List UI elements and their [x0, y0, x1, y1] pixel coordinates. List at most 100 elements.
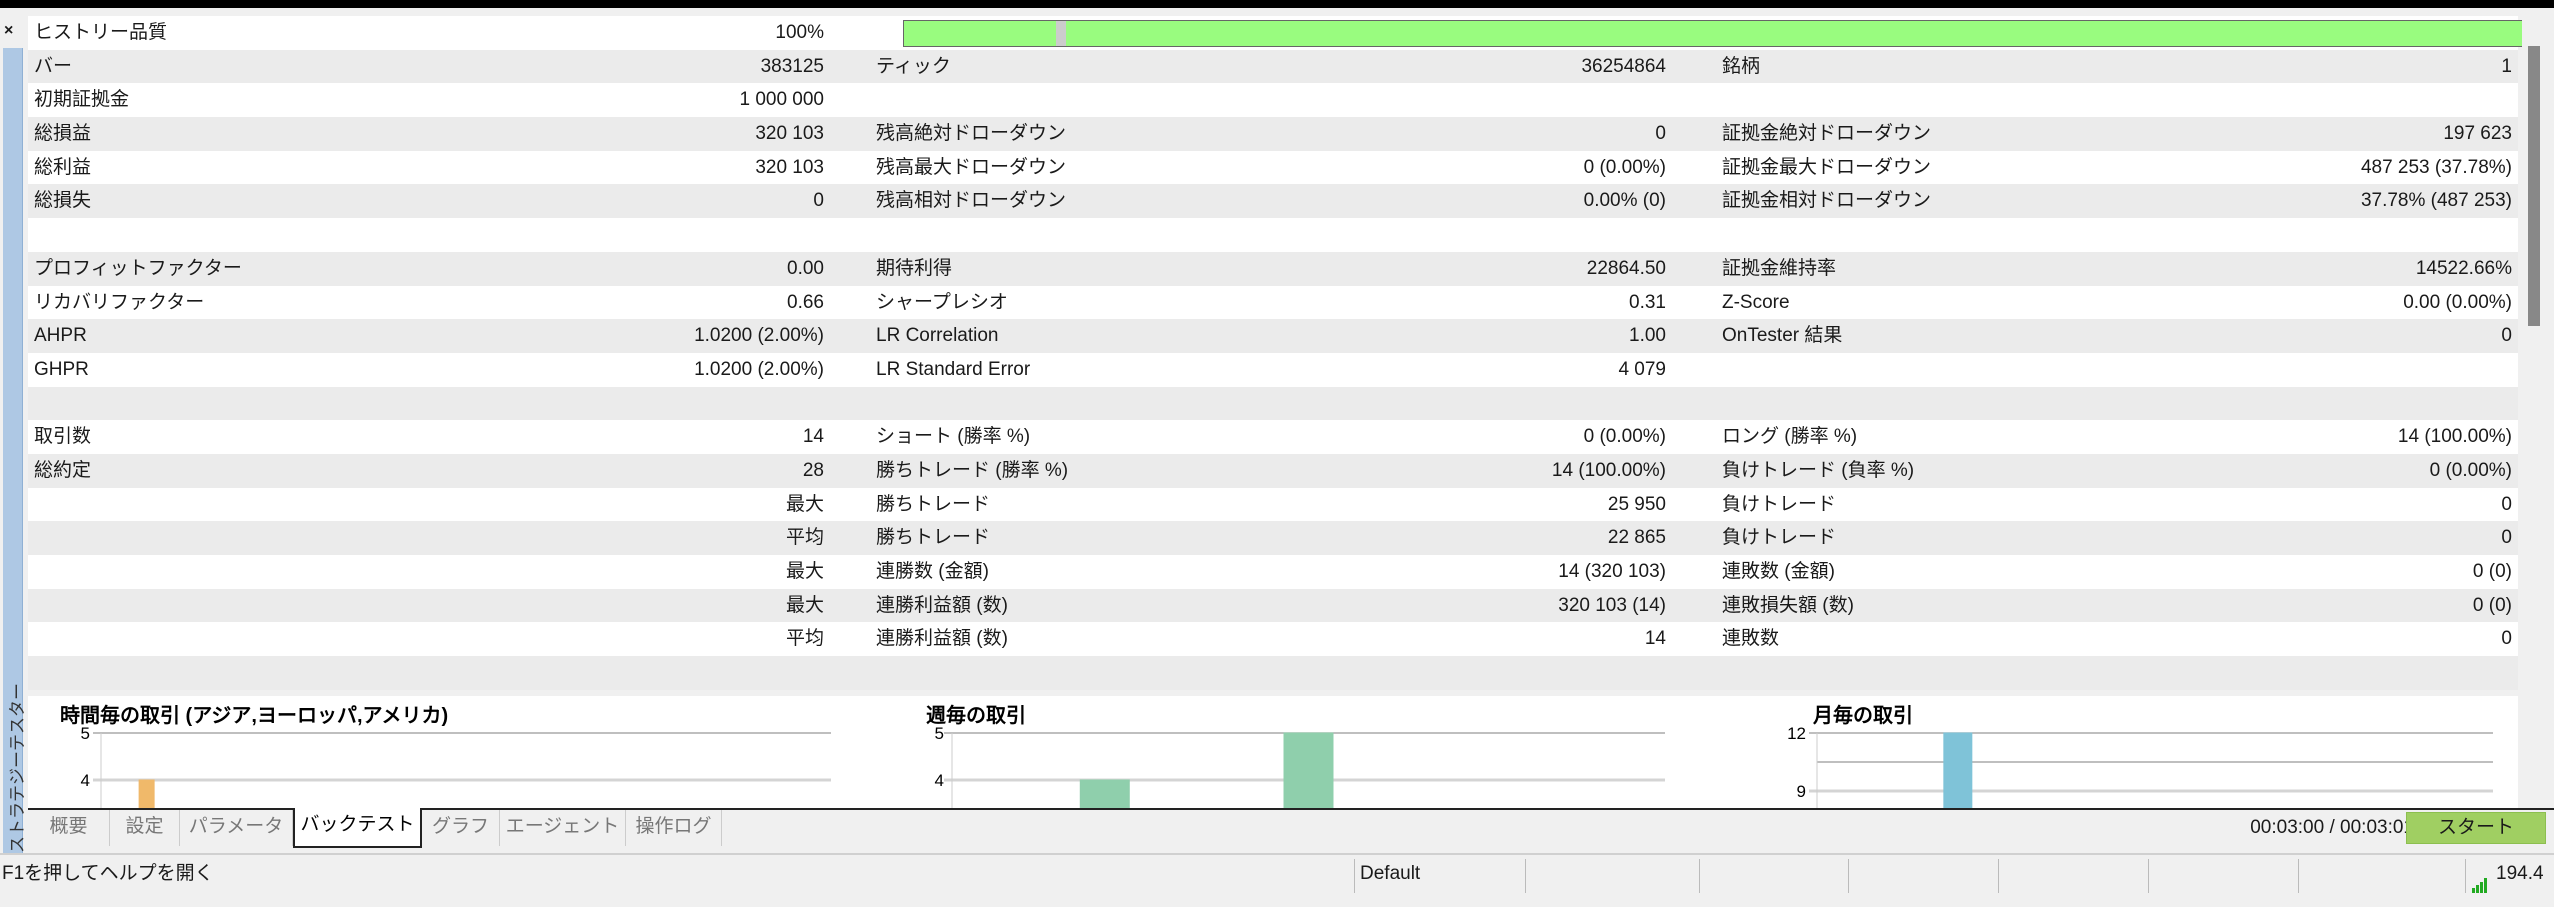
stat-label: 連勝数 (金額): [876, 561, 989, 582]
stat-label: LR Correlation: [876, 325, 999, 347]
results-table: ヒストリー品質 100% バー 383125 ティック 36254864 銘柄 1 初期証拠…: [28, 16, 2546, 690]
stat-label: 期待利得: [876, 257, 953, 279]
table-row: 平均 連勝利益額 (数) 14 連敗数 0: [28, 622, 2518, 657]
stat-label: 連敗損失額 (数): [1722, 594, 1854, 616]
table-row: [28, 386, 2518, 421]
stat-value: 28: [802, 459, 824, 481]
stat-value: 最大: [785, 493, 824, 515]
stat-label: 証拠金維持率: [1722, 257, 1837, 279]
stat-label: 連敗数: [1722, 628, 1780, 650]
stat-value: 22864.50: [1586, 257, 1666, 279]
scrollbar-thumb[interactable]: [2528, 46, 2540, 326]
y-tick-label: 5: [935, 724, 944, 743]
table-row: プロフィットファクター 0.00 期待利得 22864.50 証拠金維持率 14522.6…: [28, 251, 2518, 286]
stat-value: 14522.66%: [2415, 257, 2512, 279]
table-row: 取引数 14 ショート (勝率 %) 0 (0.00%) ロング (勝率 %) 14 (1…: [28, 420, 2518, 454]
chart-title: 月毎の取引: [1812, 703, 1913, 727]
tab-0[interactable]: 概要: [28, 810, 110, 846]
table-row: 平均 勝ちトレード 22 865 負けトレード 0: [28, 521, 2518, 555]
vertical-scrollbar[interactable]: [2522, 16, 2550, 808]
chart-bar: [1079, 779, 1130, 808]
stat-value: 0: [813, 190, 824, 212]
stat-label: プロフィットファクター: [34, 257, 242, 279]
tab-4[interactable]: グラフ: [422, 810, 500, 846]
stat-label: バー: [34, 55, 73, 77]
stat-value: 0.31: [1629, 291, 1666, 313]
stat-value: 0.00 (0.00%): [2403, 291, 2512, 313]
stat-value: 487 253 (37.78%): [2360, 156, 2512, 178]
stat-value: 0.66: [787, 291, 824, 313]
stat-label: 初期証拠金: [34, 89, 130, 111]
stat-label: 勝ちトレード (勝率 %): [876, 459, 1069, 481]
table-row: GHPR 1.0200 (2.00%) LR Standard Error 4 079: [28, 352, 2518, 387]
stat-label: ショート (勝率 %): [876, 426, 1031, 448]
stat-label: 残高相対ドローダウン: [876, 190, 1067, 212]
ping-value: 194.4: [2496, 863, 2544, 884]
stat-label: LR Standard Error: [876, 358, 1031, 380]
stat-value: 14 (320 103): [1558, 561, 1666, 582]
chart-bar: [138, 779, 155, 808]
stat-label: 勝ちトレード: [876, 527, 991, 549]
stat-label: 残高絶対ドローダウン: [876, 123, 1067, 145]
tab-6[interactable]: 操作ログ: [626, 810, 722, 846]
stat-value: 36254864: [1581, 55, 1666, 77]
status-separator: [1354, 859, 1355, 893]
stat-label: 負けトレード (負率 %): [1722, 459, 1915, 481]
tab-1[interactable]: 設定: [110, 810, 180, 846]
status-separator: [1998, 859, 1999, 893]
tab-5[interactable]: エージェント: [500, 810, 626, 846]
tab-3[interactable]: バックテスト: [293, 808, 422, 848]
stat-value: 14 (100.00%): [1551, 459, 1666, 481]
stat-value: 0 (0.00%): [1583, 426, 1666, 448]
start-button[interactable]: スタート: [2406, 812, 2546, 844]
stat-value: 14: [1644, 628, 1666, 650]
stat-value: 0: [2501, 527, 2512, 549]
stat-value: 平均: [785, 527, 824, 549]
table-row: AHPR 1.0200 (2.00%) LR Correlation 1.00 OnTe…: [28, 319, 2518, 353]
status-separator: [2465, 859, 2466, 893]
table-row: 最大 勝ちトレード 25 950 負けトレード 0: [28, 487, 2518, 522]
status-bar: F1を押してヘルプを開く Default 194.4: [0, 853, 2554, 894]
status-separator: [2148, 859, 2149, 893]
stat-value: 0.00% (0): [1583, 190, 1666, 212]
stat-label: 総約定: [34, 459, 92, 481]
stat-value: 320 103 (14): [1558, 594, 1666, 616]
stat-value: 14: [802, 426, 824, 448]
stat-value: 320 103: [755, 123, 824, 145]
table-row: [28, 218, 2518, 252]
stat-value: 0 (0): [2472, 594, 2512, 616]
table-row: 総利益 320 103 残高最大ドローダウン 0 (0.00%) 証拠金最大ドローダウン…: [28, 150, 2518, 185]
stat-label: ティック: [876, 55, 951, 77]
status-separator: [1525, 859, 1526, 893]
stat-value: 0: [2501, 493, 2512, 515]
stat-value: 4 079: [1618, 358, 1666, 380]
status-separator: [1699, 859, 1700, 893]
tab-2[interactable]: パラメータ: [180, 810, 293, 846]
stat-value: 1: [2501, 55, 2512, 77]
stat-value: 37.78% (487 253): [2360, 190, 2512, 212]
stat-label: リカバリファクター: [34, 291, 205, 313]
history-quality-value: 100%: [775, 22, 824, 43]
sidebar: × ストラテジーテスター: [0, 8, 27, 856]
close-icon[interactable]: ×: [4, 22, 13, 40]
stat-value: 0 (0): [2472, 561, 2512, 582]
stat-value: 最大: [785, 561, 824, 582]
stat-value: 0: [2501, 325, 2512, 347]
stat-value: 1.0200 (2.00%): [694, 358, 824, 380]
table-row: 最大 連勝数 (金額) 14 (320 103) 連敗数 (金額) 0 (0): [28, 555, 2518, 589]
y-tick-label: 9: [1797, 782, 1806, 801]
stat-label: 負けトレード: [1722, 493, 1837, 515]
history-quality-row: ヒストリー品質 100%: [28, 16, 2546, 50]
stat-value: 383125: [760, 55, 824, 77]
table-row: 最大 連勝利益額 (数) 320 103 (14) 連敗損失額 (数) 0 (0): [28, 588, 2518, 623]
stat-label: 証拠金最大ドローダウン: [1722, 156, 1932, 178]
y-tick-label: 12: [1787, 724, 1806, 743]
stat-value: 0.00: [787, 257, 824, 279]
table-row: 総約定 28 勝ちトレード (勝率 %) 14 (100.00%) 負けトレード (負率…: [28, 453, 2518, 488]
stat-label: 取引数: [34, 426, 92, 448]
status-separator: [2298, 859, 2299, 893]
status-separator: [1848, 859, 1849, 893]
chart-title: 時間毎の取引 (アジア,ヨーロッパ,アメリカ): [60, 703, 448, 727]
chart-bar: [1943, 732, 1973, 808]
y-tick-label: 5: [81, 724, 90, 743]
